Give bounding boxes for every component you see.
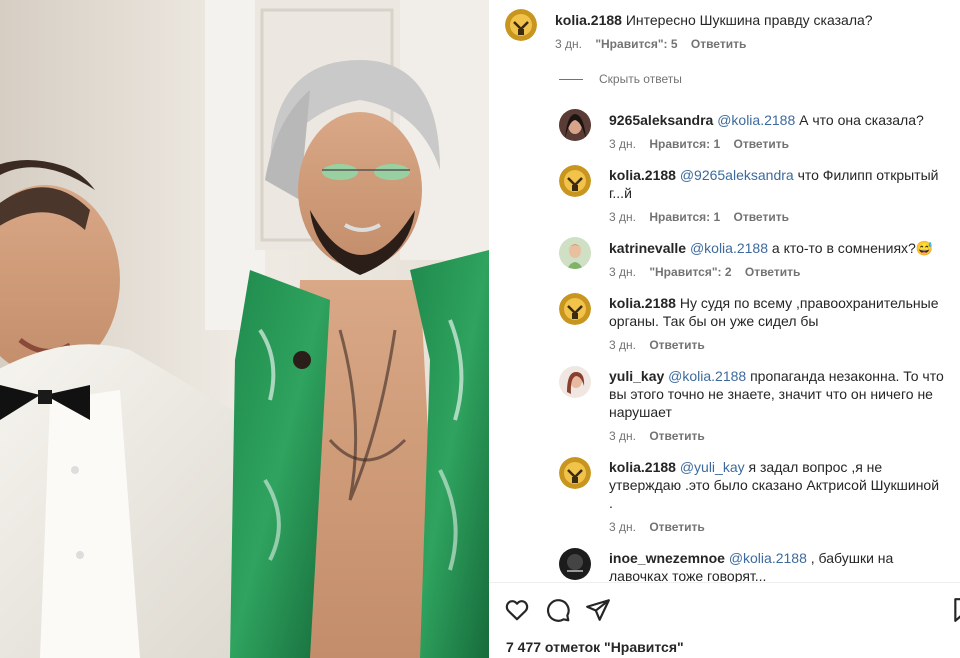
avatar-image [505, 9, 537, 41]
avatar-image [559, 366, 591, 398]
reply-time[interactable]: 3 дн. [609, 137, 636, 151]
reply-likes[interactable]: "Нравится": 2 [649, 265, 731, 279]
reply-body: а кто-то в сомнениях?😅 [768, 240, 934, 256]
divider-line [559, 79, 583, 81]
reply-button[interactable]: Ответить [649, 338, 704, 352]
avatar-image [559, 237, 591, 269]
reply-meta: 3 дн. Нравится: 1 Ответить [609, 210, 799, 224]
post-media[interactable] [0, 0, 489, 658]
reply-mention[interactable]: @kolia.2188 [668, 368, 746, 384]
post-photo [0, 0, 489, 658]
reply-mention[interactable]: @kolia.2188 [690, 240, 768, 256]
reply-button[interactable]: Ответить [649, 429, 704, 443]
avatar-image [559, 457, 591, 489]
reply-text: kolia.2188 @yuli_kay я задал вопрос ,я н… [609, 458, 944, 512]
post-actions-bar: 7 477 отметок "Нравится" [489, 582, 960, 658]
avatar[interactable] [505, 9, 537, 41]
reply-button[interactable]: Ответить [734, 137, 789, 151]
avatar-image [559, 109, 591, 141]
reply-mention[interactable]: @yuli_kay [680, 459, 745, 475]
reply-time[interactable]: 3 дн. [609, 520, 636, 534]
reply-time[interactable]: 3 дн. [609, 429, 636, 443]
reply-meta: 3 дн. Ответить [609, 338, 715, 352]
reply-button[interactable]: Ответить [745, 265, 800, 279]
avatar-image [559, 165, 591, 197]
comment-likes[interactable]: "Нравится": 5 [595, 37, 677, 51]
reply-meta: 3 дн. Ответить [609, 429, 715, 443]
reply-mention[interactable]: @kolia.2188 [717, 112, 795, 128]
reply-text: inoe_wnezemnoe @kolia.2188 , бабушки на … [609, 549, 944, 582]
comment-body: Интересно Шукшина правду сказала? [625, 12, 873, 28]
reply-text: yuli_kay @kolia.2188 пропаганда незаконн… [609, 367, 944, 421]
comments-panel: kolia.2188 Интересно Шукшина правду сказ… [489, 0, 960, 658]
reply-mention[interactable]: @kolia.2188 [729, 550, 807, 566]
reply-username[interactable]: 9265aleksandra [609, 112, 713, 128]
comment-icon[interactable] [545, 597, 571, 623]
avatar[interactable] [559, 165, 591, 197]
hide-replies-label: Скрыть ответы [599, 72, 682, 86]
reply-username[interactable]: katrinevalle [609, 240, 686, 256]
avatar[interactable] [559, 109, 591, 141]
comments-list[interactable]: kolia.2188 Интересно Шукшина правду сказ… [489, 0, 960, 582]
reply-username[interactable]: inoe_wnezemnoe [609, 550, 725, 566]
avatar-image [559, 293, 591, 325]
reply-likes[interactable]: Нравится: 1 [649, 137, 720, 151]
reply-meta: 3 дн. Нравится: 1 Ответить [609, 137, 799, 151]
avatar[interactable] [559, 237, 591, 269]
bookmark-icon[interactable] [951, 597, 960, 623]
reply-username[interactable]: kolia.2188 [609, 459, 676, 475]
avatar[interactable] [559, 548, 591, 580]
reply-button[interactable]: Ответить [734, 210, 789, 224]
avatar-image [559, 548, 591, 580]
comment-meta: 3 дн. "Нравится": 5 Ответить [555, 37, 756, 51]
reply-text: kolia.2188 Ну судя по всему ,правоохрани… [609, 294, 944, 330]
reply-meta: 3 дн. "Нравится": 2 Ответить [609, 265, 810, 279]
reply-time[interactable]: 3 дн. [609, 265, 636, 279]
reply-meta: 3 дн. Ответить [609, 520, 715, 534]
reply-time[interactable]: 3 дн. [609, 338, 636, 352]
reply-body: А что она сказала? [795, 112, 924, 128]
reply-text: 9265aleksandra @kolia.2188 А что она ска… [609, 111, 944, 129]
comment-time[interactable]: 3 дн. [555, 37, 582, 51]
heart-icon[interactable] [504, 597, 530, 623]
reply-button[interactable]: Ответить [649, 520, 704, 534]
avatar[interactable] [559, 457, 591, 489]
reply-button[interactable]: Ответить [691, 37, 746, 51]
hide-replies-button[interactable]: Скрыть ответы [559, 72, 682, 86]
reply-text: kolia.2188 @9265aleksandra что Филипп от… [609, 166, 944, 202]
avatar[interactable] [559, 293, 591, 325]
reply-time[interactable]: 3 дн. [609, 210, 636, 224]
likes-count[interactable]: 7 477 отметок "Нравится" [506, 639, 684, 655]
reply-username[interactable]: kolia.2188 [609, 167, 676, 183]
reply-username[interactable]: kolia.2188 [609, 295, 676, 311]
reply-mention[interactable]: @9265aleksandra [680, 167, 794, 183]
reply-username[interactable]: yuli_kay [609, 368, 664, 384]
comment-username[interactable]: kolia.2188 [555, 12, 622, 28]
reply-text: katrinevalle @kolia.2188 а кто-то в сомн… [609, 239, 944, 257]
avatar[interactable] [559, 366, 591, 398]
comment-text: kolia.2188 Интересно Шукшина правду сказ… [555, 11, 945, 29]
send-icon[interactable] [585, 597, 611, 623]
reply-likes[interactable]: Нравится: 1 [649, 210, 720, 224]
